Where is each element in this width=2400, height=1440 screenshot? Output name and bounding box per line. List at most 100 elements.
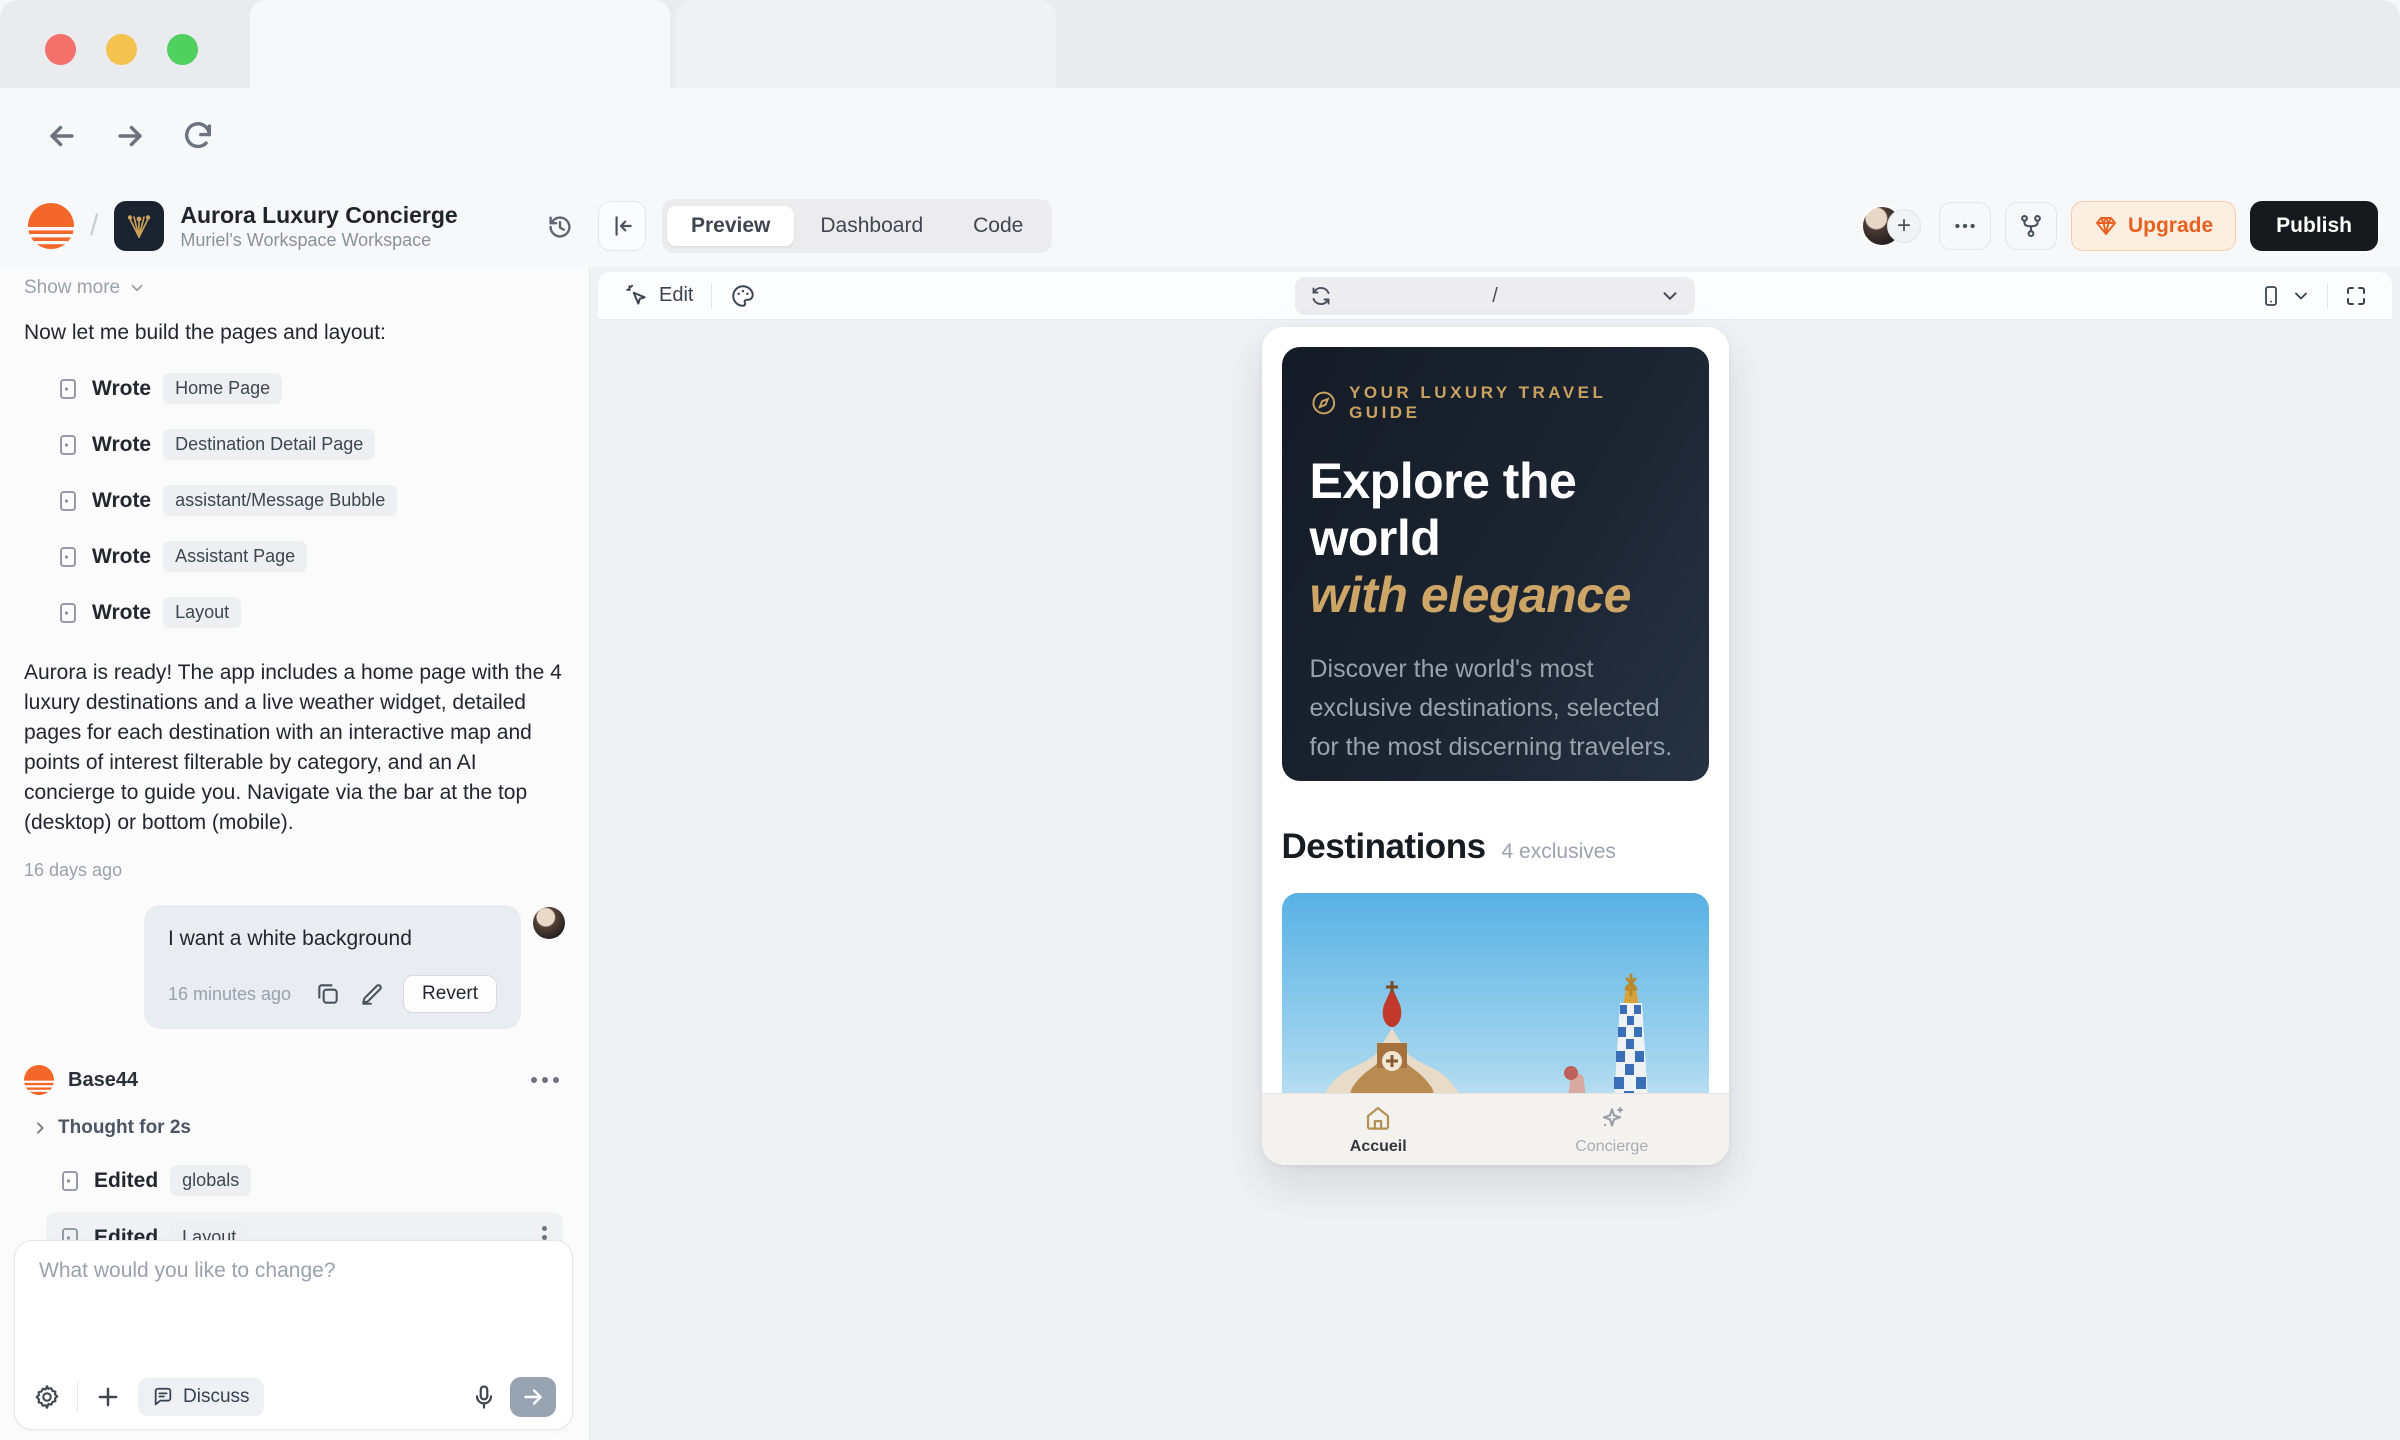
gem-icon: [2094, 214, 2118, 238]
destinations-title: Destinations: [1282, 827, 1486, 867]
chat-sidebar: Show more Now let me build the pages and…: [0, 267, 590, 1440]
chevron-down-icon: [2291, 286, 2311, 306]
hero-tagline: YOUR LUXURY TRAVEL GUIDE: [1310, 383, 1681, 423]
fullscreen-icon[interactable]: [2344, 284, 2368, 308]
file-icon: [56, 489, 80, 513]
chat-composer: Discuss: [14, 1240, 573, 1430]
hero-description: Discover the world's most exclusive dest…: [1310, 650, 1681, 767]
base44-agent-logo: [24, 1065, 54, 1095]
refresh-icon[interactable]: [1309, 284, 1333, 308]
device-selector[interactable]: [2259, 284, 2311, 308]
zoom-window-button[interactable]: [167, 34, 198, 65]
collaborators: +: [1861, 203, 1925, 249]
theme-palette-icon[interactable]: [730, 283, 756, 309]
app-title: Aurora Luxury Concierge: [180, 202, 457, 229]
composer-divider: [77, 1382, 78, 1412]
microphone-icon[interactable]: [470, 1383, 498, 1411]
thought-toggle[interactable]: Thought for 2s: [24, 1117, 565, 1139]
header-actions: + Upgrade Publish: [1861, 185, 2378, 267]
file-chip[interactable]: Layout: [163, 597, 241, 628]
phone-preview: YOUR LUXURY TRAVEL GUIDE Explore the wor…: [1262, 327, 1729, 1165]
wrote-action: Wrote: [92, 545, 151, 569]
edited-row[interactable]: Edited globals: [46, 1155, 565, 1206]
more-options-button[interactable]: [1939, 202, 1991, 250]
wrote-action: Wrote: [92, 489, 151, 513]
tab-code[interactable]: Code: [949, 206, 1047, 246]
message-meta: 16 minutes ago Revert: [168, 975, 497, 1013]
hero-title-line: world: [1310, 510, 1681, 567]
app-icon[interactable]: [114, 201, 164, 251]
close-window-button[interactable]: [45, 34, 76, 65]
workspace-name: Muriel's Workspace Workspace: [180, 229, 457, 251]
tab-preview[interactable]: Preview: [667, 206, 794, 246]
file-icon: [56, 377, 80, 401]
send-button[interactable]: [510, 1377, 556, 1417]
cursor-select-icon: [624, 283, 650, 309]
discuss-mode-button[interactable]: Discuss: [138, 1378, 264, 1416]
hero-card: YOUR LUXURY TRAVEL GUIDE Explore the wor…: [1282, 347, 1709, 781]
browser-tab-inactive[interactable]: [676, 0, 1056, 88]
send-arrow-icon: [520, 1384, 546, 1410]
file-chip[interactable]: Assistant Page: [163, 541, 307, 572]
wrote-file-list: Wrote Home Page Wrote Destination Detail…: [24, 367, 565, 634]
base44-logo[interactable]: [28, 203, 74, 249]
reload-icon[interactable]: [174, 112, 222, 160]
browser-tab-active[interactable]: [250, 0, 670, 88]
route-selector[interactable]: /: [1295, 277, 1695, 315]
app-title-block: Aurora Luxury Concierge Muriel's Workspa…: [180, 202, 457, 251]
revert-button[interactable]: Revert: [403, 975, 497, 1013]
preview-toolbar: Edit /: [598, 272, 2392, 320]
discuss-label: Discuss: [183, 1386, 250, 1408]
hero-title: Explore the world with elegance: [1310, 453, 1681, 624]
file-chip[interactable]: assistant/Message Bubble: [163, 485, 397, 516]
back-icon[interactable]: [38, 112, 86, 160]
file-icon: [56, 433, 80, 457]
minimize-window-button[interactable]: [106, 34, 137, 65]
user-message-row: I want a white background 16 minutes ago…: [24, 905, 565, 1029]
user-message-avatar: [533, 907, 565, 939]
user-message-bubble: I want a white background 16 minutes ago…: [144, 905, 521, 1029]
wrote-action: Wrote: [92, 377, 151, 401]
route-chevron-icon[interactable]: [1659, 285, 1681, 307]
phone-bottom-nav: Accueil Concierge: [1262, 1093, 1729, 1165]
publish-label: Publish: [2276, 214, 2352, 238]
edit-pencil-icon[interactable]: [359, 981, 385, 1007]
file-chip[interactable]: globals: [170, 1165, 251, 1196]
wrote-row[interactable]: Wrote Destination Detail Page: [46, 423, 565, 466]
window-controls: [45, 34, 198, 65]
publish-button[interactable]: Publish: [2250, 201, 2378, 251]
agent-menu-icon[interactable]: [531, 1077, 565, 1083]
settings-gear-icon[interactable]: [33, 1383, 61, 1411]
compass-icon: [1310, 389, 1338, 417]
nav-item-concierge[interactable]: Concierge: [1495, 1094, 1729, 1165]
browser-tab-strip: [0, 0, 2400, 88]
message-timestamp: 16 days ago: [24, 860, 565, 881]
app-body: Show more Now let me build the pages and…: [0, 267, 2400, 1440]
collapse-sidebar-button[interactable]: [598, 201, 646, 251]
wrote-row[interactable]: Wrote Assistant Page: [46, 535, 565, 578]
github-fork-icon[interactable]: [2005, 202, 2057, 250]
forward-icon[interactable]: [106, 112, 154, 160]
nav-label: Concierge: [1575, 1138, 1648, 1156]
nav-item-accueil[interactable]: Accueil: [1262, 1094, 1496, 1165]
file-chip[interactable]: Destination Detail Page: [163, 429, 375, 460]
edit-mode-button[interactable]: Edit: [624, 283, 693, 309]
show-more-toggle[interactable]: Show more: [24, 277, 565, 299]
nav-label: Accueil: [1350, 1138, 1407, 1156]
invite-button[interactable]: +: [1887, 209, 1921, 243]
agent-name: Base44: [68, 1069, 138, 1092]
wrote-row[interactable]: Wrote Home Page: [46, 367, 565, 410]
sparkles-icon: [1597, 1103, 1627, 1133]
wrote-row[interactable]: Wrote Layout: [46, 591, 565, 634]
composer-input[interactable]: [39, 1259, 548, 1359]
tab-dashboard[interactable]: Dashboard: [796, 206, 947, 246]
view-tabs: Preview Dashboard Code: [662, 199, 1052, 253]
hero-title-line-gold: with elegance: [1310, 567, 1681, 624]
copy-icon[interactable]: [315, 981, 341, 1007]
history-icon[interactable]: [538, 205, 582, 249]
upgrade-button[interactable]: Upgrade: [2071, 201, 2236, 251]
wrote-row[interactable]: Wrote assistant/Message Bubble: [46, 479, 565, 522]
file-chip[interactable]: Home Page: [163, 373, 282, 404]
attach-plus-icon[interactable]: [94, 1383, 122, 1411]
browser-toolbar: www.myapp.com: [0, 88, 2400, 185]
